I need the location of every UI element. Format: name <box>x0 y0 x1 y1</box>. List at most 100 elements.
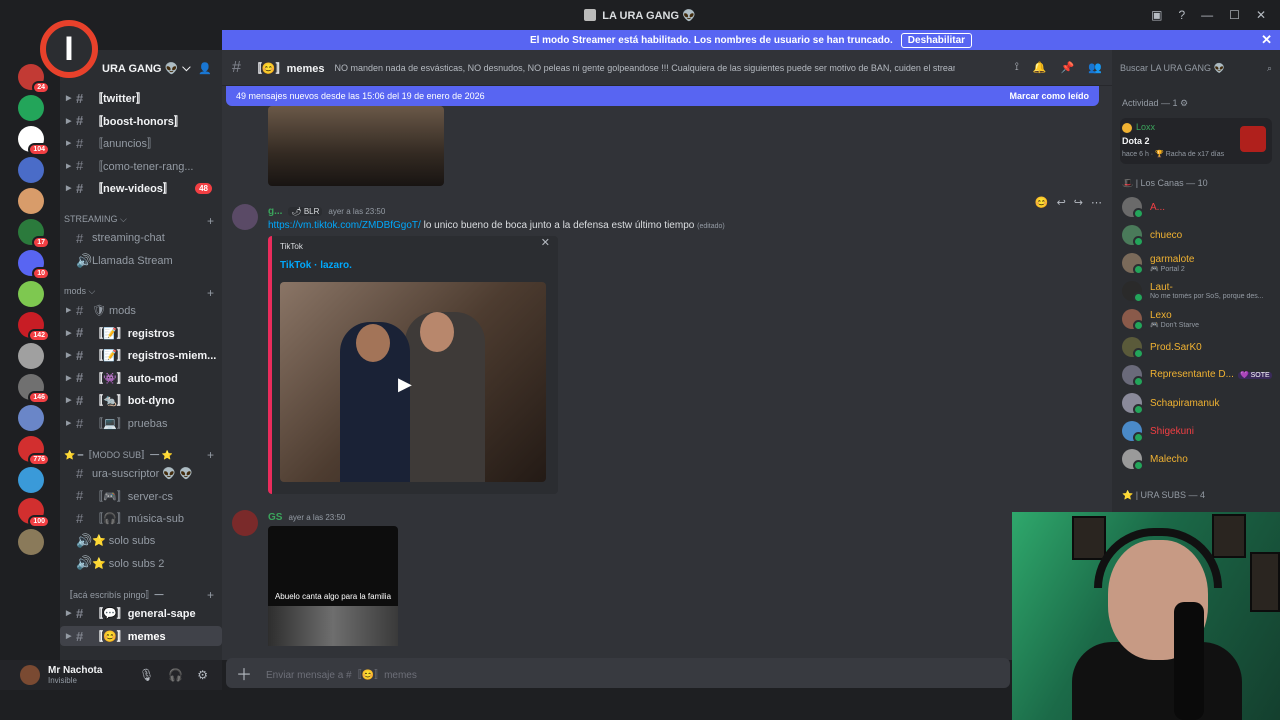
previous-message-image[interactable] <box>268 106 444 186</box>
server-icon[interactable] <box>18 529 44 555</box>
member-item[interactable]: chueco <box>1122 222 1278 248</box>
video-attachment[interactable]: Abuelo canta algo para la familia <box>268 526 398 646</box>
invite-icon[interactable]: 👤 <box>198 62 212 75</box>
category-label: ⭐ ━〚MODO SUB〛━ ⭐ <box>64 450 173 460</box>
channel-item[interactable]: ▶ # 〚💻〛pruebas <box>60 413 222 433</box>
category-header[interactable]: mods ⌵ + <box>64 286 214 300</box>
avatar[interactable] <box>232 510 258 536</box>
hash-icon: # <box>76 370 84 386</box>
add-channel-icon[interactable]: + <box>207 286 214 300</box>
server-icon[interactable] <box>18 95 44 121</box>
server-icon[interactable] <box>18 281 44 307</box>
forward-icon[interactable]: ↪ <box>1074 196 1083 209</box>
channel-topic[interactable]: NO manden nada de esvásticas, NO desnudo… <box>335 63 955 73</box>
server-icon[interactable]: 142 <box>18 312 50 342</box>
help-icon[interactable]: ? <box>1178 8 1185 22</box>
microphone-icon[interactable]: 🎙 <box>139 668 154 682</box>
channel-item[interactable]: ▶ # 〚twitter〛 <box>60 88 222 108</box>
server-icon[interactable] <box>18 157 44 183</box>
channel-item[interactable]: ▶ # 〚📝〛registros <box>60 323 222 343</box>
activity-card[interactable]: Loxx Dota 2 hace 6 h · 🏆 Racha de x17 dí… <box>1120 118 1272 164</box>
channel-item[interactable]: ▶ # 〚👾〛auto-mod <box>60 368 222 388</box>
mark-read-button[interactable]: Marcar como leído <box>1009 91 1089 101</box>
channel-item[interactable]: # 〚🎧〛música-sub <box>60 508 222 528</box>
server-icon[interactable]: 17 <box>18 219 50 249</box>
play-icon[interactable]: ▶ <box>398 374 412 395</box>
channel-item[interactable]: ▶ # 〚💬〛general-sape <box>60 603 222 623</box>
server-icon[interactable]: 100 <box>18 498 50 528</box>
channel-item[interactable]: ▶ # 〚new-videos〛 48 <box>60 178 222 198</box>
category-header[interactable]: 〚acá escribís pingo〛━ + <box>64 588 214 602</box>
channel-item[interactable]: ▶ # 〚📝〛registros-miem... <box>60 345 222 365</box>
server-icon[interactable] <box>18 188 44 214</box>
pin-icon[interactable]: 📌 <box>1061 61 1075 74</box>
server-icon[interactable] <box>18 467 44 493</box>
reaction-icon[interactable]: 😊 <box>1035 196 1049 209</box>
server-icon[interactable] <box>18 405 44 431</box>
category-header[interactable]: ⭐ ━〚MODO SUB〛━ ⭐ + <box>64 448 214 462</box>
message-composer[interactable]: ＋ Enviar mensaje a #〚😊〛memes <box>226 658 1010 688</box>
member-item[interactable]: Malecho <box>1122 446 1278 472</box>
channel-item[interactable]: 🔊 ⭐ solo subs 2 <box>60 553 222 573</box>
settings-gear-icon[interactable]: ⚙ <box>197 668 208 682</box>
expand-arrow-icon: ▶ <box>66 420 72 427</box>
server-icon[interactable]: 24 <box>18 64 50 94</box>
embed-title[interactable]: TikTok · lazaro. <box>280 260 352 271</box>
add-channel-icon[interactable]: + <box>207 448 214 462</box>
hash-icon: # <box>76 628 84 644</box>
more-icon[interactable]: ⋯ <box>1091 196 1102 209</box>
add-channel-icon[interactable]: + <box>207 214 214 228</box>
channel-item[interactable]: ▶ # 〚boost-honors〛 <box>60 111 222 131</box>
reply-icon[interactable]: ↩ <box>1057 196 1066 209</box>
channel-item[interactable]: ▶ # 🛡 mods <box>60 300 222 320</box>
close-embed-icon[interactable]: ✕ <box>541 236 550 249</box>
tiktok-link[interactable]: https://vm.tiktok.com/ZMDBfGgoT/ <box>268 220 421 231</box>
bell-icon[interactable]: 🔔 <box>1033 61 1047 74</box>
close-window-icon[interactable]: ✕ <box>1256 8 1266 22</box>
hash-icon: # <box>76 158 84 174</box>
member-item[interactable]: A... <box>1122 194 1278 220</box>
message-author[interactable]: g... <box>268 206 282 217</box>
channel-item[interactable]: ▶ # 〚anuncios〛 <box>60 133 222 153</box>
channel-item[interactable]: ▶ # 〚😊〛memes <box>60 626 222 646</box>
channel-item[interactable]: ▶ # 〚🐀〛bot-dyno <box>60 390 222 410</box>
inbox-icon[interactable]: ▣ <box>1151 8 1162 22</box>
add-channel-icon[interactable]: + <box>207 588 214 602</box>
category-header[interactable]: STREAMING ⌵ + <box>64 214 214 228</box>
search-input[interactable]: Buscar LA URA GANG 👽 ⌕ <box>1112 50 1280 86</box>
channel-item[interactable]: 🔊 Llamada Stream <box>60 251 222 271</box>
server-icon[interactable] <box>18 343 44 369</box>
member-item[interactable]: Shigekuni <box>1122 418 1278 444</box>
member-item[interactable]: garmalote 🎮 Portal 2 <box>1122 250 1278 276</box>
disable-button[interactable]: Deshabilitar <box>900 32 973 48</box>
server-icon[interactable]: 146 <box>18 374 50 404</box>
message-author[interactable]: GS <box>268 512 282 523</box>
member-item[interactable]: Lexo 🎮 Don't Starve <box>1122 306 1278 332</box>
member-status: No me tomés por SoS, porque des... <box>1150 293 1264 300</box>
member-item[interactable]: Prod.SarK0 <box>1122 334 1278 360</box>
server-icon[interactable]: 776 <box>18 436 50 466</box>
avatar[interactable] <box>20 665 40 685</box>
headphones-icon[interactable]: 🎧 <box>168 668 183 682</box>
maximize-icon[interactable]: ☐ <box>1229 8 1240 22</box>
close-banner-icon[interactable]: ✕ <box>1261 32 1272 48</box>
channel-item[interactable]: 🔊 ⭐ solo subs <box>60 531 222 551</box>
member-item[interactable]: Representante D... 💜 SOTE <box>1122 362 1278 388</box>
new-messages-bar[interactable]: 49 mensajes nuevos desde las 15:06 del 1… <box>226 86 1099 106</box>
avatar[interactable] <box>232 204 258 230</box>
threads-icon[interactable]: ⟟ <box>1015 61 1019 74</box>
hash-icon: # <box>76 325 84 341</box>
server-icon[interactable]: 10 <box>18 250 50 280</box>
message-time: ayer a las 23:50 <box>328 207 386 216</box>
embed-video[interactable]: ▶ <box>280 282 546 482</box>
channel-item[interactable]: # 〚🎮〛server-cs <box>60 486 222 506</box>
channel-item[interactable]: # streaming-chat <box>60 228 222 248</box>
add-attachment-icon[interactable]: ＋ <box>236 661 252 685</box>
minimize-icon[interactable]: — <box>1201 8 1213 22</box>
member-item[interactable]: Laut- No me tomés por SoS, porque des... <box>1122 278 1278 304</box>
channel-item[interactable]: # ura-suscriptor 👽 👽 <box>60 463 222 483</box>
member-item[interactable]: Schapiramanuk <box>1122 390 1278 416</box>
members-icon[interactable]: 👥 <box>1088 61 1102 74</box>
channel-item[interactable]: ▶ # 〚como-tener-rang... <box>60 156 222 176</box>
server-icon[interactable]: 104 <box>18 126 50 156</box>
